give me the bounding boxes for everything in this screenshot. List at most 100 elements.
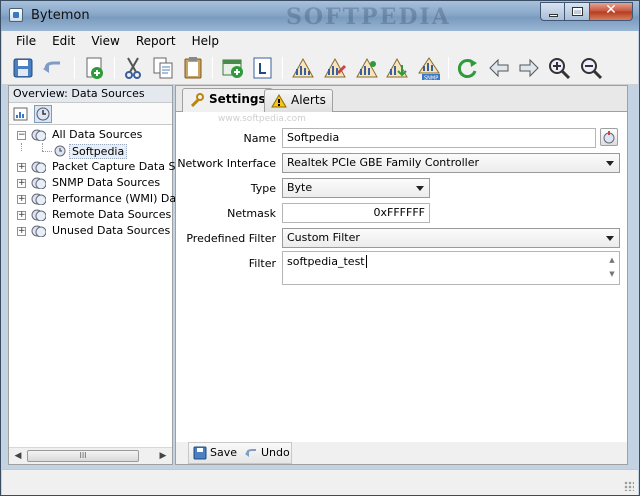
undo-arrow-icon bbox=[43, 61, 60, 73]
tree-label: SNMP Data Sources bbox=[52, 176, 161, 189]
chart-icon bbox=[13, 107, 28, 121]
data-source-icon bbox=[36, 107, 50, 121]
predefined-filter-label: Predefined Filter bbox=[186, 232, 276, 245]
watermark: SOFTPEDIA bbox=[286, 4, 451, 30]
predefined-filter-select[interactable]: Custom Filter bbox=[282, 228, 620, 248]
network-interface-select[interactable]: Realtek PCIe GBE Family Controller bbox=[282, 153, 620, 173]
filter-scrollbar[interactable]: ▲ ▼ bbox=[606, 253, 618, 283]
save-tool-button[interactable] bbox=[10, 55, 36, 81]
title-bar[interactable]: Bytemon SOFTPEDIA ✕ bbox=[1, 1, 639, 31]
type-select[interactable]: Byte bbox=[282, 178, 430, 198]
add-window-icon bbox=[222, 59, 243, 78]
tree-item-snmp[interactable]: + SNMP Data Sources bbox=[9, 175, 172, 191]
zoom-in-button[interactable] bbox=[546, 55, 572, 81]
arrow-right-icon bbox=[519, 58, 539, 78]
remote-source-button[interactable] bbox=[354, 55, 380, 81]
snmp-edit-button[interactable] bbox=[322, 55, 348, 81]
scroll-down-icon[interactable]: ▼ bbox=[606, 267, 618, 281]
tree-item-remote[interactable]: + Remote Data Sources bbox=[9, 207, 172, 223]
packet-capture-button[interactable] bbox=[290, 55, 316, 81]
expand-toggle[interactable]: + bbox=[17, 227, 26, 236]
resize-grip-icon[interactable] bbox=[624, 481, 634, 491]
collapse-toggle[interactable]: − bbox=[17, 131, 26, 140]
cut-tool-button[interactable] bbox=[120, 55, 146, 81]
tree-item-performance-wmi[interactable]: + Performance (WMI) Data bbox=[9, 191, 187, 207]
edit-source-icon bbox=[324, 57, 347, 78]
import-source-icon bbox=[386, 57, 408, 78]
paste-tool-button[interactable] bbox=[180, 55, 206, 81]
name-options-button[interactable] bbox=[600, 128, 618, 146]
refresh-button[interactable] bbox=[454, 55, 480, 81]
menu-help[interactable]: Help bbox=[184, 34, 227, 48]
copy-icon bbox=[153, 57, 173, 79]
import-source-button[interactable] bbox=[384, 55, 410, 81]
zoom-out-icon bbox=[581, 58, 603, 80]
main-window: Bytemon SOFTPEDIA ✕ File Edit View Repor… bbox=[0, 0, 640, 496]
tree-item-unused[interactable]: + Unused Data Sources bbox=[9, 223, 172, 239]
expand-toggle[interactable]: + bbox=[17, 179, 26, 188]
forward-button[interactable] bbox=[516, 55, 542, 81]
data-source-properties-icon bbox=[603, 131, 615, 144]
new-document-icon bbox=[86, 57, 103, 79]
panel-tools bbox=[9, 103, 172, 125]
toolbar: SNMP bbox=[2, 51, 638, 85]
scroll-left-icon[interactable]: ◀ bbox=[10, 448, 26, 464]
expand-toggle[interactable]: + bbox=[17, 195, 26, 204]
scroll-up-icon[interactable]: ▲ bbox=[606, 253, 618, 267]
interface-label: Network Interface bbox=[177, 157, 276, 170]
wrench-icon bbox=[190, 93, 204, 107]
tree-label: Unused Data Sources bbox=[52, 224, 171, 237]
menu-edit[interactable]: Edit bbox=[44, 34, 83, 48]
tab-alerts[interactable]: Alerts bbox=[264, 89, 333, 112]
log-button[interactable] bbox=[250, 55, 276, 81]
tab-label: Alerts bbox=[291, 93, 326, 107]
tab-settings[interactable]: Settings bbox=[182, 88, 273, 112]
chart-view-button[interactable] bbox=[12, 105, 30, 123]
chevron-down-icon bbox=[416, 186, 424, 191]
settings-form: www.softpedia.com Name Softpedia Network… bbox=[176, 112, 627, 442]
window-title: Bytemon bbox=[31, 8, 90, 23]
tree-label: Performance (WMI) Data bbox=[52, 192, 188, 205]
undo-arrow-icon bbox=[245, 449, 256, 457]
zoom-in-icon bbox=[549, 58, 571, 80]
menu-file[interactable]: File bbox=[8, 34, 44, 48]
select-value: Custom Filter bbox=[287, 231, 360, 244]
menu-view[interactable]: View bbox=[83, 34, 127, 48]
select-value: Realtek PCIe GBE Family Controller bbox=[287, 156, 480, 169]
scissors-icon bbox=[125, 57, 141, 79]
name-input[interactable]: Softpedia bbox=[282, 128, 596, 148]
close-icon: ✕ bbox=[605, 2, 617, 18]
zoom-out-button[interactable] bbox=[578, 55, 604, 81]
add-source-button[interactable] bbox=[220, 55, 246, 81]
copy-tool-button[interactable] bbox=[150, 55, 176, 81]
panel-header: Overview: Data Sources bbox=[9, 86, 172, 103]
name-label: Name bbox=[243, 132, 276, 145]
arrow-left-icon bbox=[489, 58, 509, 78]
data-source-group-icon bbox=[31, 209, 46, 221]
netmask-input[interactable]: 0xFFFFFF bbox=[282, 203, 430, 223]
scroll-thumb[interactable]: III bbox=[27, 450, 139, 462]
tree-label: Packet Capture Data Sou bbox=[52, 160, 190, 173]
close-button[interactable]: ✕ bbox=[590, 2, 633, 21]
horizontal-scrollbar[interactable]: ◀ III ▶ bbox=[9, 447, 172, 464]
expand-toggle[interactable]: + bbox=[17, 211, 26, 220]
chevron-down-icon bbox=[606, 236, 614, 241]
back-button[interactable] bbox=[486, 55, 512, 81]
maximize-button[interactable] bbox=[565, 2, 590, 21]
maximize-icon bbox=[572, 7, 583, 16]
sources-view-button[interactable] bbox=[34, 105, 52, 123]
tree-item-packet-capture[interactable]: + Packet Capture Data Sou bbox=[9, 159, 189, 175]
snmp-icon: SNMP bbox=[418, 57, 440, 82]
undo-tool-button[interactable] bbox=[40, 55, 66, 81]
filter-textarea[interactable]: softpedia_test ▲ ▼ bbox=[282, 251, 620, 285]
expand-toggle[interactable]: + bbox=[17, 163, 26, 172]
netmask-label: Netmask bbox=[227, 207, 276, 220]
new-tool-button[interactable] bbox=[82, 55, 108, 81]
scroll-right-icon[interactable]: ▶ bbox=[155, 448, 171, 464]
details-panel: Settings Alerts www.softpedia.com Name S… bbox=[175, 85, 628, 465]
menu-report[interactable]: Report bbox=[128, 34, 184, 48]
tree-item-softpedia[interactable]: Softpedia bbox=[9, 143, 172, 159]
minimize-button[interactable] bbox=[540, 2, 565, 21]
tree-item-all-data-sources[interactable]: − All Data Sources bbox=[9, 127, 172, 143]
snmp-source-button[interactable]: SNMP bbox=[416, 55, 442, 82]
